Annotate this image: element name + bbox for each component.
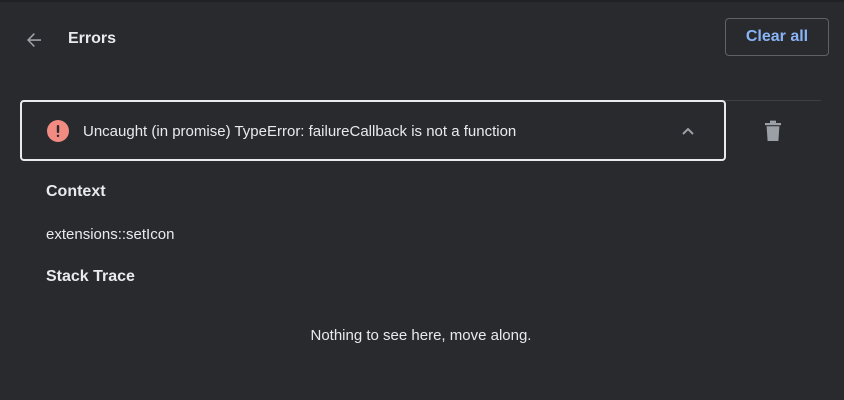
stack-trace-heading: Stack Trace [46,268,135,285]
page-title: Errors [68,30,117,47]
stack-trace-empty-message: Nothing to see here, move along. [310,327,532,344]
arrow-left-icon [27,33,41,47]
collapse-toggle[interactable] [677,120,699,142]
context-value: extensions::setIcon [46,226,175,243]
back-button[interactable] [18,24,50,56]
trash-icon [765,120,781,141]
error-message: Uncaught (in promise) TypeError: failure… [83,123,517,140]
delete-error-button[interactable] [758,116,788,146]
chevron-up-icon [682,127,694,135]
error-entry[interactable]: Uncaught (in promise) TypeError: failure… [20,100,726,161]
clear-all-button[interactable]: Clear all [725,18,829,56]
page-header: Errors Clear all [0,2,844,78]
context-heading: Context [46,183,106,200]
error-circle-icon [47,120,69,142]
